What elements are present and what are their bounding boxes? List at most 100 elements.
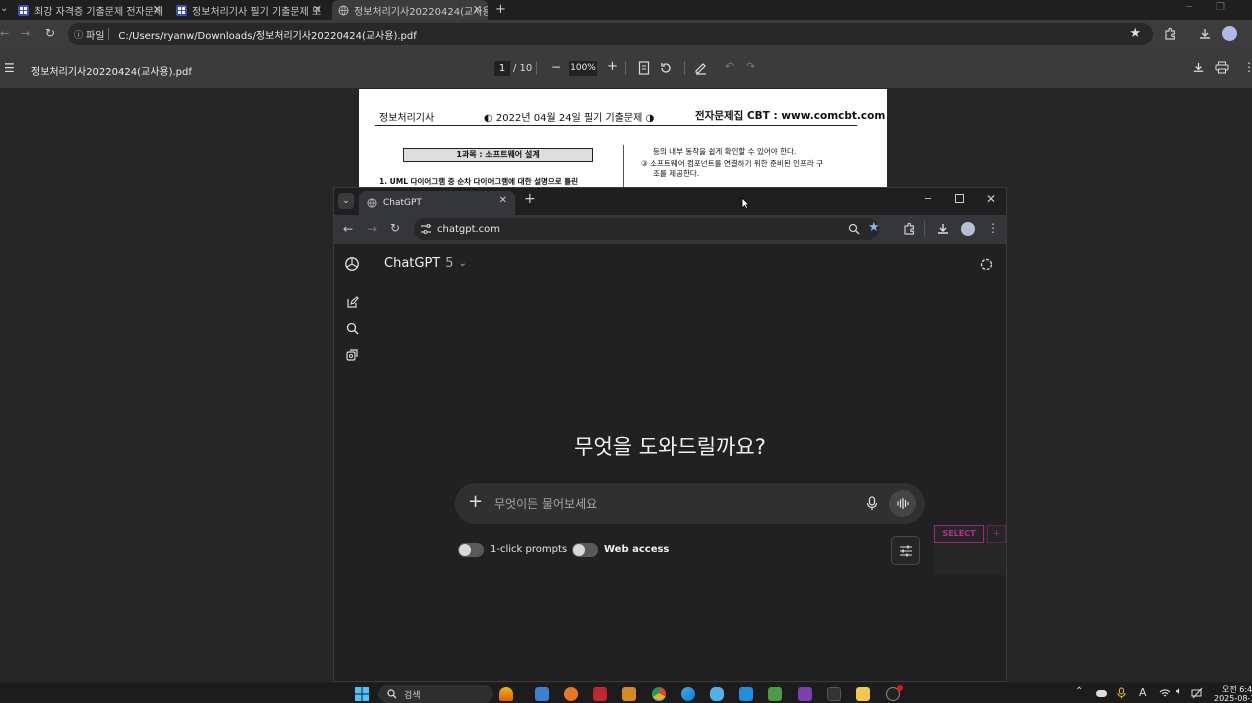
profile-avatar[interactable] bbox=[961, 222, 975, 236]
front-url-text: chatgpt.com bbox=[437, 223, 501, 235]
web-access-toggle[interactable] bbox=[572, 543, 598, 557]
tab-search-chevron-icon[interactable]: ⌄ bbox=[338, 193, 354, 209]
voice-waveform-icon bbox=[897, 497, 909, 510]
close-tab-icon[interactable]: ✕ bbox=[499, 195, 507, 206]
back-tab-2[interactable]: 정보처리기사 필기 기출문제 모 ✕ bbox=[176, 0, 328, 20]
downloads-icon[interactable] bbox=[936, 222, 950, 236]
site-settings-icon[interactable] bbox=[420, 223, 432, 235]
file-manager-icon[interactable] bbox=[535, 687, 549, 701]
select-add-plus-icon[interactable]: + bbox=[987, 525, 1006, 543]
tab-search-chevron-icon[interactable]: ⌄ bbox=[0, 3, 8, 14]
omnibox-divider bbox=[108, 28, 110, 40]
back-tab-3[interactable]: 정보처리기사20220424(교사용 ✕ bbox=[332, 0, 488, 20]
undo-icon[interactable]: ↶ bbox=[725, 60, 734, 73]
back-omnibox[interactable]: ⓘ 파일 C:/Users/ryanw/Downloads/정보처리기사2022… bbox=[68, 23, 1153, 45]
reload-icon[interactable]: ↻ bbox=[45, 26, 55, 40]
minimize-icon[interactable]: ─ bbox=[1186, 2, 1192, 13]
wifi-icon[interactable] bbox=[1159, 688, 1171, 698]
widget-icon[interactable] bbox=[499, 687, 513, 701]
page-header-right: 전자문제집 CBT : www.comcbt.com bbox=[695, 110, 886, 122]
back-arrow-icon[interactable]: ← bbox=[343, 222, 353, 236]
globe-icon bbox=[338, 5, 349, 15]
zoom-out-icon[interactable]: − bbox=[551, 60, 561, 74]
pdf-download-icon[interactable] bbox=[1192, 61, 1205, 74]
web-access-label: Web access bbox=[604, 544, 670, 555]
zoom-magnifier-icon[interactable] bbox=[848, 223, 860, 235]
front-tab-strip: ⌄ ChatGPT ✕ + ─ ✕ bbox=[334, 188, 1006, 215]
temporary-chat-icon[interactable] bbox=[980, 258, 993, 271]
select-badge[interactable]: SELECT bbox=[934, 525, 984, 543]
settings-sliders-button[interactable] bbox=[891, 536, 920, 565]
annotate-pen-icon[interactable] bbox=[694, 61, 708, 75]
extensions-puzzle-icon[interactable] bbox=[1163, 27, 1177, 41]
front-omnibox[interactable]: chatgpt.com ★ bbox=[414, 218, 880, 240]
back-arrow-icon[interactable]: ← bbox=[0, 27, 9, 40]
toolbar-divider bbox=[924, 221, 925, 237]
input-language-icon[interactable]: A bbox=[1139, 686, 1147, 699]
bookmark-star-icon[interactable]: ★ bbox=[868, 220, 880, 235]
fit-page-icon[interactable] bbox=[638, 61, 650, 75]
search-app-icon[interactable] bbox=[564, 687, 578, 701]
model-selector[interactable]: ChatGPT 5 ⌄ bbox=[384, 256, 467, 271]
profile-avatar[interactable] bbox=[1222, 26, 1237, 41]
image-app-icon[interactable] bbox=[768, 687, 782, 701]
bookmark-star-icon[interactable]: ★ bbox=[1129, 26, 1141, 41]
tray-microphone-icon[interactable] bbox=[1117, 687, 1126, 699]
zoom-level-input[interactable]: 100% bbox=[569, 61, 597, 76]
store-icon[interactable] bbox=[739, 687, 753, 701]
close-tab-icon[interactable]: ✕ bbox=[313, 3, 322, 16]
winrar-icon[interactable] bbox=[622, 687, 636, 701]
taskbar-search-box[interactable]: 검색 bbox=[378, 685, 493, 703]
front-address-bar: ← → ↻ chatgpt.com ★ ⋮ bbox=[334, 215, 1006, 244]
dark-app-icon[interactable] bbox=[827, 687, 841, 701]
new-tab-plus-icon[interactable]: + bbox=[495, 2, 506, 17]
extensions-puzzle-icon[interactable] bbox=[902, 222, 916, 236]
more-vertical-icon[interactable]: ⋮ bbox=[987, 221, 999, 235]
downloads-icon[interactable] bbox=[1198, 27, 1212, 41]
back-tab-1[interactable]: 최강 자격증 기출문제 전자문제 ✕ bbox=[18, 0, 168, 20]
print-icon[interactable] bbox=[1215, 61, 1229, 74]
clock-date[interactable]: 2025-08-3 bbox=[1214, 694, 1252, 703]
onedrive-cloud-icon[interactable] bbox=[1096, 690, 1107, 697]
reload-icon[interactable]: ↻ bbox=[390, 221, 400, 235]
search-icon[interactable] bbox=[346, 322, 359, 335]
windows-start-icon[interactable] bbox=[355, 687, 369, 701]
close-window-icon[interactable]: ✕ bbox=[986, 192, 996, 206]
new-chat-icon[interactable] bbox=[346, 296, 359, 309]
close-tab-icon[interactable]: ✕ bbox=[153, 3, 162, 16]
one-click-prompts-toggle[interactable] bbox=[458, 543, 484, 557]
model-name: ChatGPT bbox=[384, 256, 441, 271]
tray-chevron-up-icon[interactable]: ⌃ bbox=[1075, 686, 1083, 697]
microphone-icon[interactable] bbox=[866, 496, 878, 511]
battery-icon[interactable] bbox=[1191, 687, 1203, 699]
voice-mode-button[interactable] bbox=[889, 490, 916, 517]
rotate-icon[interactable] bbox=[659, 61, 673, 75]
red-app-icon[interactable] bbox=[593, 687, 607, 701]
model-version: 5 bbox=[445, 256, 454, 271]
chatgpt-tab[interactable]: ChatGPT ✕ bbox=[359, 191, 515, 215]
library-icon[interactable] bbox=[346, 349, 359, 362]
file-scheme-label: 파일 bbox=[86, 30, 105, 42]
more-vertical-icon[interactable]: ⋮ bbox=[1243, 60, 1252, 74]
folder-icon[interactable] bbox=[856, 687, 870, 701]
forward-arrow-icon[interactable]: → bbox=[21, 27, 30, 40]
page-number-input[interactable]: 1 bbox=[494, 61, 510, 76]
redo-icon[interactable]: ↷ bbox=[746, 60, 755, 73]
volume-icon[interactable]: 🔈︎ bbox=[1176, 686, 1182, 697]
forward-arrow-icon[interactable]: → bbox=[367, 222, 377, 236]
minimize-icon[interactable]: ─ bbox=[925, 194, 931, 205]
bird-app-icon[interactable] bbox=[710, 687, 724, 701]
restore-icon[interactable]: ❐ bbox=[1216, 2, 1225, 13]
prompt-input[interactable]: 무엇이든 물어보세요 bbox=[494, 495, 597, 512]
add-attachment-plus-icon[interactable]: + bbox=[468, 491, 483, 512]
close-tab-icon[interactable]: ✕ bbox=[473, 3, 482, 16]
openai-logo-icon[interactable] bbox=[344, 256, 360, 272]
maximize-icon[interactable] bbox=[955, 194, 964, 203]
menu-hamburger-icon[interactable]: ☰ bbox=[4, 61, 15, 75]
zoom-in-icon[interactable]: + bbox=[607, 59, 618, 74]
chrome-icon[interactable] bbox=[652, 687, 666, 701]
onenote-icon[interactable] bbox=[798, 687, 812, 701]
edge-icon[interactable] bbox=[681, 687, 695, 701]
new-tab-plus-icon[interactable]: + bbox=[524, 191, 536, 207]
prompt-composer[interactable]: + 무엇이든 물어보세요 bbox=[455, 483, 925, 524]
